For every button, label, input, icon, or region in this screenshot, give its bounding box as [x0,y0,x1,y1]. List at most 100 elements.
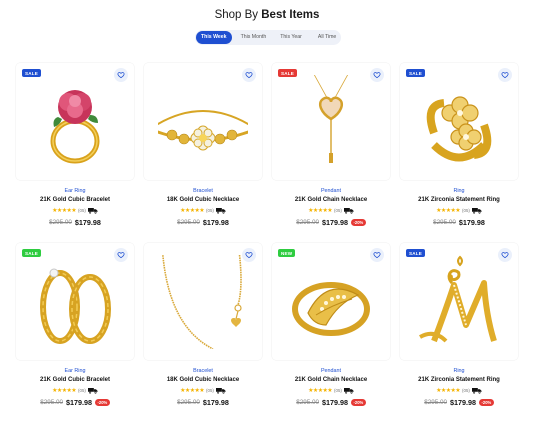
old-price: $295.00 [49,219,72,226]
product-image[interactable]: SALE [400,63,518,180]
product-image[interactable]: SALE [16,243,134,360]
leaf-ring-icon [292,282,370,336]
product-image[interactable]: SALE [400,243,518,360]
rating-row: ★★★★★ (05) [272,207,390,214]
product-image[interactable] [144,243,262,360]
product-category[interactable]: Ring [400,188,518,194]
chain-necklace-icon [162,255,242,349]
product-category[interactable]: Ear Ring [16,368,134,374]
letter-m-pendant-icon [419,255,497,343]
review-count: (05) [462,388,470,393]
rating-row: ★★★★★ (05) [16,207,134,214]
star-rating: ★★★★★ [308,208,333,214]
current-price: $179.98 [66,398,92,407]
product-name[interactable]: 18K Gold Cubic Necklace [144,197,262,203]
title-prefix: Shop By [214,9,259,21]
period-tabs: This Week This Month This Year All Time [195,30,341,45]
truck-icon [472,207,482,214]
tab-this-year[interactable]: This Year [275,31,307,44]
review-count: (05) [334,208,342,213]
tab-all-time[interactable]: All Time [313,31,341,44]
product-category[interactable]: Bracelet [144,368,262,374]
product-name[interactable]: 21K Gold Chain Necklace [272,197,390,203]
product-name[interactable]: 21K Zirconia Statement Ring [400,197,518,203]
rating-row: ★★★★★ (05) [400,387,518,394]
filigree-rings-icon [40,268,111,344]
product-category[interactable]: Bracelet [144,188,262,194]
star-rating: ★★★★★ [180,388,205,394]
review-count: (05) [206,208,214,213]
current-price: $179.98 [322,218,348,227]
old-price: $295.00 [177,399,200,406]
current-price: $179.98 [450,398,476,407]
rating-row: ★★★★★ (05) [16,387,134,394]
product-category[interactable]: Ring [400,368,518,374]
product-name[interactable]: 21K Zirconia Statement Ring [400,377,518,383]
truck-icon [216,387,226,394]
rating-row: ★★★★★ (05) [400,207,518,214]
product-card[interactable]: Bracelet 18K Gold Cubic Necklace ★★★★★ (… [144,243,262,407]
discount-badge: -20% [350,399,366,406]
current-price: $179.98 [458,218,485,227]
rating-row: ★★★★★ (05) [144,207,262,214]
review-count: (05) [206,388,214,393]
product-category[interactable]: Ear Ring [16,188,134,194]
rating-row: ★★★★★ (05) [272,387,390,394]
star-rating: ★★★★★ [52,388,77,394]
price-row: $295.00 $179.98 [16,218,134,227]
star-rating: ★★★★★ [52,208,77,214]
star-rating: ★★★★★ [180,208,205,214]
product-name[interactable]: 18K Gold Cubic Necklace [144,377,262,383]
review-count: (05) [78,208,86,213]
review-count: (05) [462,208,470,213]
star-rating: ★★★★★ [436,388,461,394]
tab-this-week[interactable]: This Week [196,31,232,44]
rose-ring-icon [50,90,100,164]
discount-badge: -20% [478,399,494,406]
product-card[interactable]: Bracelet 18K Gold Cubic Necklace ★★★★★ (… [144,63,262,227]
tab-this-month[interactable]: This Month [236,31,272,44]
price-row: $295.00 $179.98 [400,218,518,227]
price-row: $295.00 $179.98 [144,218,262,227]
old-price: $295.00 [177,219,200,226]
truck-icon [344,387,354,394]
heart-pendant-icon [313,75,349,163]
current-price: $179.98 [74,218,101,227]
truck-icon [88,387,98,394]
price-row: $295.00 $179.98 -20% [272,218,390,227]
section-title: Shop By Best Items [0,9,534,21]
flower-bracelet-icon [158,110,248,151]
discount-badge: -20% [94,399,110,406]
truck-icon [344,207,354,214]
product-category[interactable]: Pendant [272,368,390,374]
product-card[interactable]: SALE Ring 21K Zirconia Statement Ring ★★… [400,243,518,407]
product-card[interactable]: SALE Ear Ring 21K Gold Cubic Bracelet ★★… [16,243,134,407]
review-count: (05) [78,388,86,393]
product-category[interactable]: Pendant [272,188,390,194]
product-image[interactable] [144,63,262,180]
product-image[interactable]: SALE [272,63,390,180]
price-row: $295.00 $179.98 -20% [16,398,134,407]
product-card[interactable]: SALE Ring 21K Zirconia Statement Ring ★★… [400,63,518,227]
product-name[interactable]: 21K Gold Cubic Bracelet [16,377,134,383]
title-bold: Best Items [261,9,320,21]
price-row: $295.00 $179.98 -20% [272,398,390,407]
star-rating: ★★★★★ [436,208,461,214]
product-name[interactable]: 21K Gold Chain Necklace [272,377,390,383]
old-price: $295.00 [296,399,319,406]
current-price: $179.98 [202,398,229,407]
product-image[interactable]: NEW [272,243,390,360]
old-price: $295.00 [40,399,63,406]
product-card[interactable]: SALE Ear Ring 21K Gold Cubic Bracelet ★★… [16,63,134,227]
price-row: $295.00 $179.98 [144,398,262,407]
discount-badge: -20% [350,219,366,226]
price-row: $295.00 $179.98 -20% [400,398,518,407]
product-name[interactable]: 21K Gold Cubic Bracelet [16,197,134,203]
product-image[interactable]: SALE [16,63,134,180]
old-price: $295.00 [424,399,447,406]
product-card[interactable]: SALE Pendant 21K Gold Chain Necklace ★★★… [272,63,390,227]
product-card[interactable]: NEW Pendant 21K Gold Chain Necklace ★★★★… [272,243,390,407]
current-price: $179.98 [322,398,348,407]
truck-icon [472,387,482,394]
truck-icon [88,207,98,214]
